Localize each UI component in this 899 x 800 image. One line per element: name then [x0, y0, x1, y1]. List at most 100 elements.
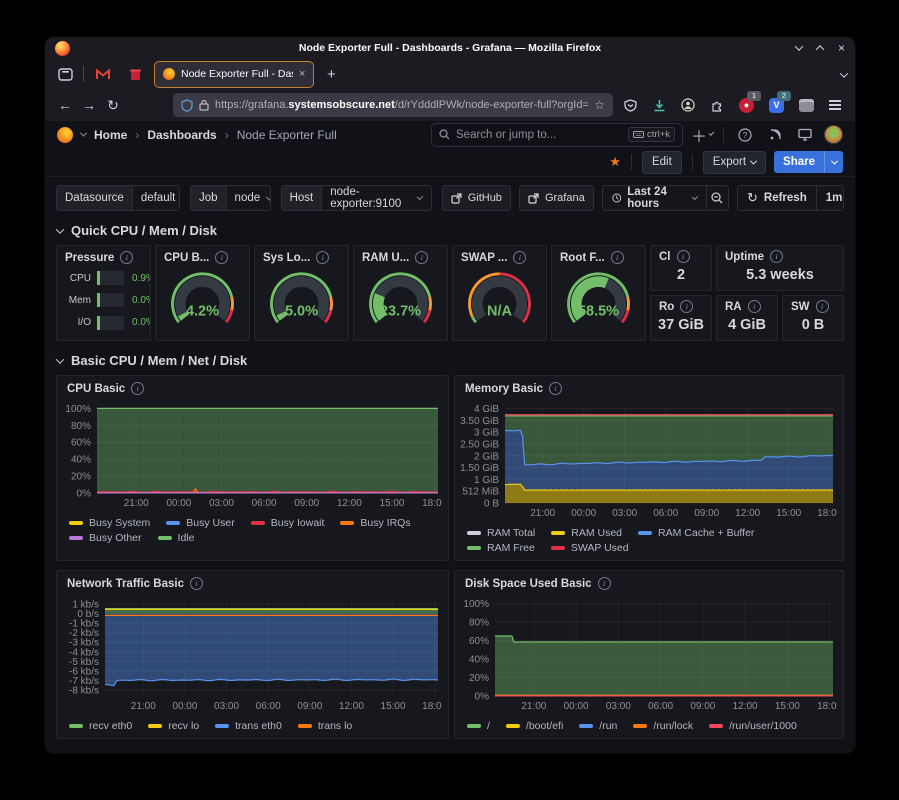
- panel-info-icon[interactable]: i: [549, 382, 562, 395]
- job-picker[interactable]: Job node: [190, 185, 271, 211]
- panel-info-icon[interactable]: i: [816, 300, 829, 313]
- legend-item[interactable]: /run/lock: [633, 720, 693, 732]
- breadcrumb-home[interactable]: Home: [94, 128, 127, 142]
- refresh-button[interactable]: ↻Refresh: [738, 186, 816, 210]
- panel-info-icon[interactable]: i: [316, 251, 329, 264]
- share-button[interactable]: Share: [774, 151, 843, 173]
- legend-item[interactable]: trans eth0: [215, 720, 282, 732]
- extension-blue-button[interactable]: V 2: [764, 93, 789, 117]
- legend-item[interactable]: RAM Cache + Buffer: [638, 527, 754, 539]
- favorite-star-icon[interactable]: ★: [609, 154, 621, 170]
- legend-item[interactable]: Busy System: [69, 517, 150, 529]
- display-monitor-icon[interactable]: [794, 124, 816, 146]
- legend-item[interactable]: /run/user/1000: [709, 720, 797, 732]
- legend-item[interactable]: /boot/efi: [506, 720, 563, 732]
- grafana-app: Home › Dashboards › Node Exporter Full S…: [45, 121, 855, 753]
- legend-item[interactable]: SWAP Used: [551, 542, 629, 554]
- panel-info-icon[interactable]: i: [677, 250, 690, 263]
- legend-item[interactable]: Busy User: [166, 517, 234, 529]
- lock-icon[interactable]: [199, 99, 209, 111]
- pinned-tab-red[interactable]: [122, 62, 148, 86]
- time-range-picker[interactable]: Last 24 hours: [602, 185, 707, 211]
- pocket-icon[interactable]: [618, 93, 642, 117]
- reload-button[interactable]: ↻: [101, 93, 125, 117]
- downloads-icon[interactable]: [647, 93, 671, 117]
- window-maximize-icon[interactable]: [816, 45, 824, 53]
- panel-info-icon[interactable]: i: [120, 251, 133, 264]
- account-icon[interactable]: [676, 93, 700, 117]
- legend-item[interactable]: Busy Iowait: [251, 517, 325, 529]
- grafana-logo-icon[interactable]: [57, 127, 73, 143]
- news-rss-icon[interactable]: [764, 124, 786, 146]
- github-link-button[interactable]: GitHub: [442, 185, 511, 211]
- url-bar[interactable]: https://grafana.systemsobscure.net/d/rYd…: [173, 93, 613, 117]
- panel-info-icon[interactable]: i: [611, 251, 624, 264]
- panel-title-row: CPU Basici: [57, 376, 448, 397]
- edit-button[interactable]: Edit: [642, 151, 682, 174]
- legend-label: /run/lock: [653, 720, 693, 732]
- help-icon[interactable]: ?: [734, 124, 756, 146]
- panel-info-icon[interactable]: i: [215, 251, 228, 264]
- host-value[interactable]: node-exporter:9100: [322, 186, 430, 210]
- menu-icon[interactable]: [823, 93, 847, 117]
- user-avatar[interactable]: [824, 125, 843, 144]
- svg-text:03:00: 03:00: [214, 701, 239, 712]
- panel-info-icon[interactable]: i: [190, 577, 203, 590]
- firefox-view-icon[interactable]: [53, 62, 77, 86]
- legend-item[interactable]: Busy IRQs: [340, 517, 410, 529]
- new-tab-button[interactable]: +: [320, 66, 342, 83]
- panel-info-icon[interactable]: i: [415, 251, 428, 264]
- window-close-icon[interactable]: ×: [838, 43, 845, 53]
- datasource-value[interactable]: default: [133, 186, 180, 210]
- extensions-puzzle-icon[interactable]: [705, 93, 729, 117]
- panel-stat-ra: RAi4 GiB: [716, 295, 778, 341]
- panel-info-icon[interactable]: i: [598, 577, 611, 590]
- pinned-tab-gmail[interactable]: [90, 62, 116, 86]
- panel-info-icon[interactable]: i: [770, 250, 783, 263]
- list-all-tabs-icon[interactable]: [841, 65, 847, 83]
- extension-red-button[interactable]: ● 1: [734, 93, 759, 117]
- panel-info-icon[interactable]: i: [748, 300, 761, 313]
- tracking-shield-icon[interactable]: [181, 99, 193, 112]
- refresh-interval-dropdown[interactable]: 1m: [816, 186, 844, 210]
- legend-item[interactable]: Idle: [158, 532, 195, 544]
- panel-info-icon[interactable]: i: [680, 300, 693, 313]
- datasource-picker[interactable]: Datasource default: [56, 185, 180, 211]
- tab-close-icon[interactable]: ×: [299, 68, 305, 80]
- bookmark-star-icon[interactable]: ☆: [594, 98, 605, 112]
- svg-text:15:00: 15:00: [379, 498, 404, 509]
- search-input[interactable]: Search or jump to... ctrl+k: [431, 123, 683, 147]
- breadcrumb-dashboards[interactable]: Dashboards: [147, 128, 216, 142]
- export-button[interactable]: Export: [703, 151, 766, 174]
- legend-item[interactable]: trans lo: [298, 720, 352, 732]
- zoom-out-button[interactable]: [707, 185, 729, 211]
- legend-item[interactable]: recv eth0: [69, 720, 132, 732]
- legend-item[interactable]: RAM Total: [467, 527, 535, 539]
- host-picker[interactable]: Host node-exporter:9100: [281, 185, 432, 211]
- window-minimize-icon[interactable]: [795, 42, 803, 50]
- section-quick-cpu-mem-disk[interactable]: Quick CPU / Mem / Disk: [57, 223, 843, 238]
- back-button[interactable]: ←: [53, 93, 77, 117]
- legend-item[interactable]: recv lo: [148, 720, 199, 732]
- org-switcher-chevron-icon[interactable]: [80, 130, 87, 137]
- legend-item[interactable]: RAM Used: [551, 527, 622, 539]
- panel-info-icon[interactable]: i: [513, 251, 526, 264]
- share-menu-chevron-icon[interactable]: [824, 151, 843, 173]
- extension-gray-icon: [799, 99, 814, 112]
- extension-gray-button[interactable]: [794, 93, 818, 117]
- grafana-link-button[interactable]: Grafana: [519, 185, 594, 211]
- forward-button[interactable]: →: [77, 93, 101, 117]
- panel-info-icon[interactable]: i: [131, 382, 144, 395]
- legend-item[interactable]: /run: [579, 720, 617, 732]
- job-value[interactable]: node: [227, 186, 271, 210]
- panel-title-row: SWi: [783, 296, 843, 313]
- section-basic-cpu-mem-net-disk[interactable]: Basic CPU / Mem / Net / Disk: [57, 353, 843, 368]
- window-title: Node Exporter Full - Dashboards - Grafan…: [45, 42, 855, 54]
- legend-item[interactable]: RAM Free: [467, 542, 535, 554]
- tab-bar: Node Exporter Full - Dashbo × +: [45, 59, 855, 89]
- tab-active[interactable]: Node Exporter Full - Dashbo ×: [154, 61, 314, 88]
- chart-body: 0 B512 MiB1 GiB1.50 GiB2 GiB2.50 GiB3 Gi…: [455, 397, 843, 526]
- legend-item[interactable]: /: [467, 720, 490, 732]
- legend-item[interactable]: Busy Other: [69, 532, 142, 544]
- add-button[interactable]: ＋: [691, 124, 713, 146]
